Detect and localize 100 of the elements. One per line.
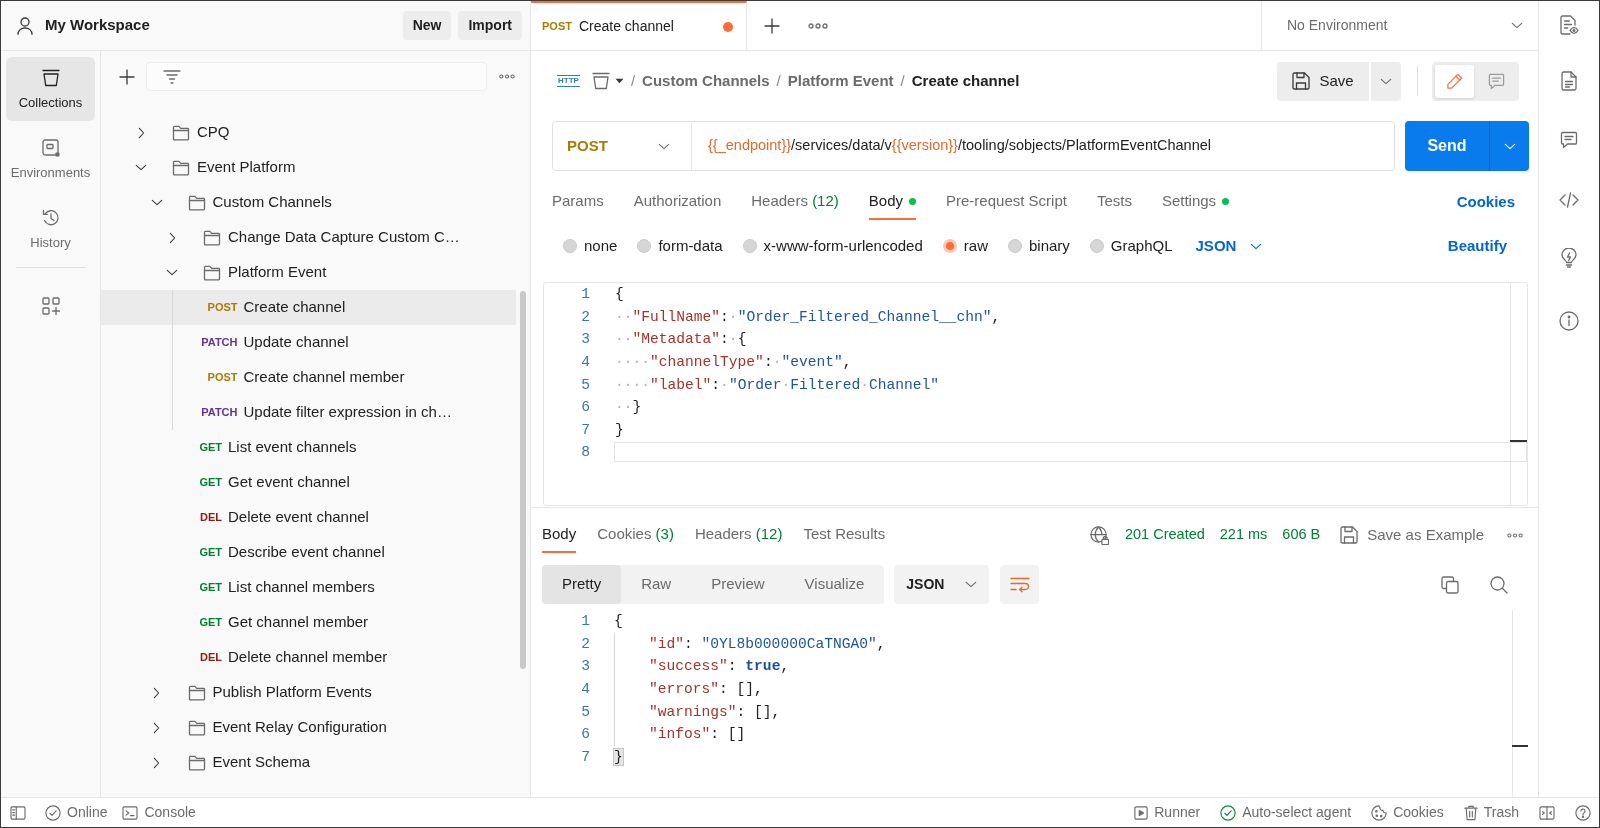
console-button[interactable]: Console [122,802,196,823]
code-icon[interactable] [1559,192,1579,208]
cookies-link[interactable]: Cookies [1456,190,1515,214]
document-icon[interactable] [1561,71,1577,91]
sidebar-tab[interactable]: Collections [6,57,95,121]
send-button[interactable]: Send [1405,121,1489,171]
copy-icon[interactable] [1441,575,1459,594]
tree-item[interactable]: GET Get event channel [101,465,516,500]
search-icon[interactable] [1490,575,1508,594]
document-eye-icon[interactable] [1559,15,1579,35]
tree-item[interactable]: GET List channel members [101,570,516,605]
tree-item[interactable]: GET Get channel member [101,605,516,640]
view-tab[interactable]: Preview [691,565,785,604]
response-tab[interactable]: Cookies (3) [597,517,674,553]
response-tab[interactable]: Body [542,517,577,553]
chevron-right-icon[interactable] [137,126,145,139]
view-tab[interactable]: Raw [621,565,692,604]
language-dropdown[interactable]: JSON [1195,234,1263,258]
request-tab[interactable]: Settings [1161,184,1230,220]
format-dropdown[interactable]: JSON [894,565,990,604]
url-field[interactable]: {{_endpoint}}/services/data/v{{version}}/tooling/sobjects/PlatformEventChannel [692,122,1394,170]
tree-item[interactable]: PATCH Update channel [101,325,516,360]
view-tab[interactable]: Visualize [784,565,885,604]
method-dropdown[interactable]: POST [553,122,692,170]
speech-bubble-icon[interactable] [1560,131,1578,149]
body-type-option[interactable]: raw [942,234,988,258]
body-type-option[interactable]: none [563,234,618,258]
columns-icon[interactable] [1539,805,1555,820]
body-type-option[interactable]: GraphQL [1089,234,1173,258]
header-button[interactable]: New [402,11,452,40]
response-tab[interactable]: Headers (12) [694,517,783,553]
cookies-button[interactable]: Cookies [1371,802,1444,823]
breadcrumb-item[interactable]: Platform Event [787,69,894,93]
bucket-icon[interactable] [591,72,610,90]
tree-item[interactable]: Change Data Capture Custom C… [101,220,516,255]
agent-selector[interactable]: Auto-select agent [1220,802,1352,823]
lightbulb-icon[interactable] [1561,248,1577,268]
sidebar-icon[interactable] [10,805,26,820]
request-tab[interactable]: Pre-request Script [946,184,1067,220]
tree-item[interactable]: Publish Platform Events [101,675,516,710]
header-button[interactable]: Import [458,11,522,40]
tree-item[interactable]: Event Relay Configuration [101,710,516,745]
body-type-option[interactable]: x-www-form-urlencoded [742,234,923,258]
radio-icon[interactable] [637,239,652,253]
chevron-right-icon[interactable] [153,721,160,734]
request-tab[interactable]: Authorization [633,184,722,220]
ellipsis-icon[interactable] [808,22,828,29]
radio-icon[interactable] [1089,239,1104,253]
chevron-down-icon[interactable] [150,199,163,206]
body-type-option[interactable]: binary [1007,234,1070,258]
radio-icon[interactable] [563,239,577,253]
save-example-button[interactable]: Save as Example [1340,523,1484,547]
view-tab[interactable]: Pretty [542,565,622,604]
tree-item[interactable]: GET Describe event channel [101,535,516,570]
globe-icon[interactable] [1090,525,1109,545]
tree-item[interactable]: GET List event channels [101,430,516,465]
runner-button[interactable]: Runner [1134,802,1201,823]
tree-item[interactable]: POST Create channel [101,290,516,325]
request-tab[interactable]: Params [552,184,604,220]
open-tab[interactable]: POST Create channel [531,1,747,50]
request-tab[interactable]: Headers (12) [751,184,839,220]
radio-icon[interactable] [1007,239,1022,253]
help-icon[interactable] [1575,804,1591,821]
ellipsis-icon[interactable] [1507,532,1523,538]
chevron-down-icon[interactable] [135,164,147,171]
trash-button[interactable]: Trash [1463,802,1519,823]
chevron-right-icon[interactable] [153,686,160,699]
online-status[interactable]: Online [45,802,108,823]
radio-icon[interactable] [742,239,757,253]
request-tab[interactable]: Body [868,184,916,220]
save-button[interactable]: Save [1277,61,1369,101]
code-editor[interactable]: 1 { 2 ··"FullName":·"Order_Filtered_Channel__chn", 3 ··"Metadata":·{ 4 ····"channelType":·"event", 5 ····"label":·"Order·Filtered·Channel" 6 ··} 7 } 8 [543,282,1528,506]
tree-item[interactable]: DEL Delete channel member [101,640,516,675]
tree-item[interactable]: DEL Delete event channel [101,500,516,535]
beautify-link[interactable]: Beautify [1447,234,1507,258]
tree-item[interactable]: Platform Event [101,255,516,290]
chevron-right-icon[interactable] [153,756,160,769]
sidebar-tab[interactable]: History [6,197,95,261]
environment-dropdown[interactable]: No Environment [1261,1,1538,50]
tree-item[interactable]: CPQ [101,115,516,150]
scrollbar-thumb[interactable] [520,291,526,669]
ellipsis-icon[interactable] [499,74,515,79]
request-tab[interactable]: Tests [1096,184,1132,220]
caret-down-icon[interactable] [614,78,624,84]
chevron-right-icon[interactable] [168,231,176,244]
grid-plus-icon[interactable] [41,297,60,315]
plus-icon[interactable] [764,17,780,34]
body-type-option[interactable]: form-data [637,234,723,258]
tree-item[interactable]: Custom Channels [101,185,516,220]
filter-field[interactable] [146,62,487,91]
breadcrumb-item[interactable]: Custom Channels [642,69,770,93]
tree-item[interactable]: PATCH Update filter expression in ch… [101,395,516,430]
tree-item[interactable]: Event Schema [101,745,516,780]
tree-item[interactable]: POST Create channel member [101,360,516,395]
radio-icon[interactable] [942,239,957,253]
plus-icon[interactable] [119,68,135,85]
info-icon[interactable] [1559,311,1579,331]
chevron-down-icon[interactable] [166,269,178,276]
response-tab[interactable]: Test Results [803,517,886,553]
tree-item[interactable]: Event Platform [101,150,516,185]
